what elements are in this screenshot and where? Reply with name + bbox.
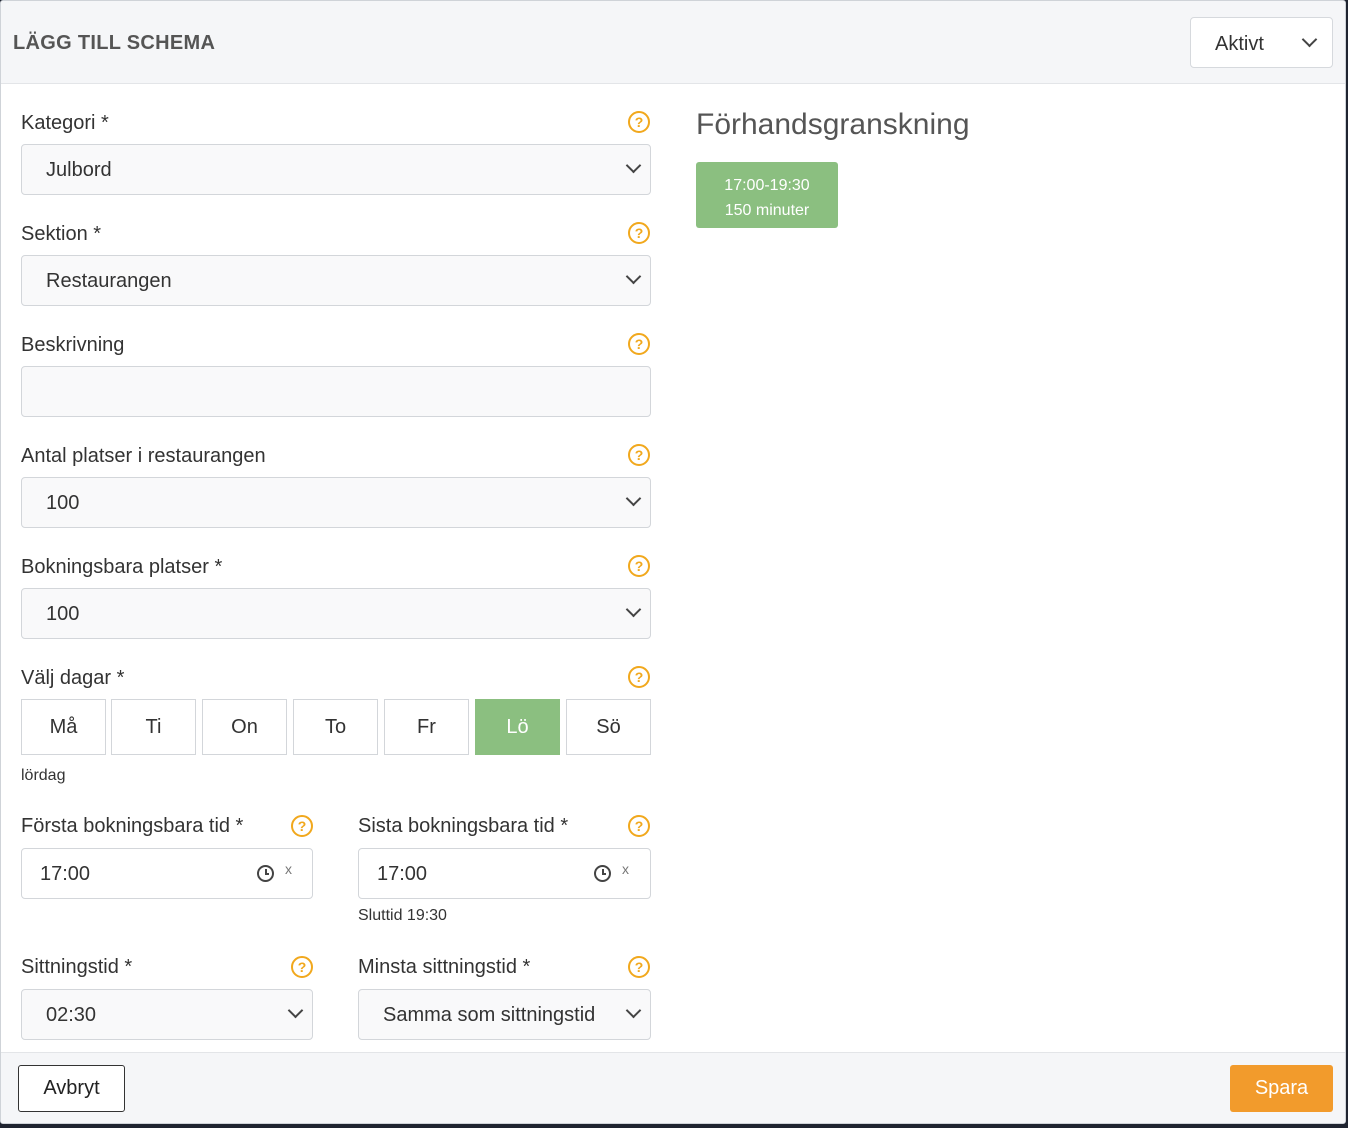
sista-tid-value: 17:00 [377,863,428,885]
kategori-select[interactable]: Julbord [21,144,651,195]
sektion-value: Restaurangen [46,270,172,292]
sektion-select[interactable]: Restaurangen [21,255,651,306]
chevron-down-icon [1301,31,1318,48]
chevron-down-icon [625,601,642,618]
clock-icon[interactable] [257,865,274,882]
clock-icon[interactable] [594,865,611,882]
help-icon[interactable]: ? [628,666,650,688]
minsta-sittningstid-value: Samma som sittningstid [383,1004,596,1026]
day-button-to[interactable]: To [293,699,378,755]
help-icon[interactable]: ? [628,333,650,355]
day-button-ma[interactable]: Må [21,699,106,755]
kategori-value: Julbord [46,159,112,181]
status-select[interactable]: Aktivt [1190,17,1333,68]
selected-days-text: lördag [21,767,66,784]
beskrivning-label: Beskrivning [21,334,125,356]
kategori-label: Kategori * [21,112,109,134]
help-icon[interactable]: ? [291,815,313,837]
beskrivning-input[interactable] [21,366,651,417]
bokningsbara-platser-value: 100 [46,603,80,625]
antal-platser-label: Antal platser i restaurangen [21,445,266,467]
chevron-down-icon [625,268,642,285]
bokningsbara-platser-label: Bokningsbara platser * [21,556,223,578]
day-button-lo[interactable]: Lö [475,699,560,755]
backdrop-edge [0,1124,1348,1128]
forsta-tid-label: Första bokningsbara tid * [21,815,244,837]
sista-tid-input[interactable]: 17:00 x [358,848,651,899]
chevron-down-icon [287,1002,304,1019]
help-icon[interactable]: ? [628,956,650,978]
clear-icon[interactable]: x [622,861,629,877]
valj-dagar-label: Välj dagar * [21,667,125,689]
day-button-so[interactable]: Sö [566,699,651,755]
help-icon[interactable]: ? [291,956,313,978]
sista-tid-label: Sista bokningsbara tid * [358,815,569,837]
help-icon[interactable]: ? [628,555,650,577]
status-select-value: Aktivt [1215,33,1264,55]
preview-title: Förhandsgranskning [696,108,970,141]
preview-slot: 17:00-19:30 150 minuter [696,162,838,228]
minsta-sittningstid-label: Minsta sittningstid * [358,956,531,978]
preview-slot-time: 17:00-19:30 [724,177,810,194]
sittningstid-value: 02:30 [46,1004,97,1026]
help-icon[interactable]: ? [628,815,650,837]
minsta-sittningstid-select[interactable]: Samma som sittningstid [358,989,651,1040]
modal-header: LÄGG TILL SCHEMA Aktivt [1,1,1345,84]
clear-icon[interactable]: x [285,861,292,877]
chevron-down-icon [625,1002,642,1019]
sektion-label: Sektion * [21,223,102,245]
antal-platser-select[interactable]: 100 [21,477,651,528]
antal-platser-value: 100 [46,492,80,514]
help-icon[interactable]: ? [628,111,650,133]
cancel-button[interactable]: Avbryt [18,1065,125,1112]
modal-title: LÄGG TILL SCHEMA [13,32,216,54]
preview-slot-duration: 150 minuter [724,202,810,219]
forsta-tid-input[interactable]: 17:00 x [21,848,313,899]
forsta-tid-value: 17:00 [40,863,91,885]
add-schedule-modal: LÄGG TILL SCHEMA Aktivt Kategori * ? Jul… [0,0,1346,1124]
day-button-fr[interactable]: Fr [384,699,469,755]
sluttid-hint: Sluttid 19:30 [358,907,447,924]
bokningsbara-platser-select[interactable]: 100 [21,588,651,639]
day-button-on[interactable]: On [202,699,287,755]
save-button[interactable]: Spara [1230,1065,1333,1112]
day-button-ti[interactable]: Ti [111,699,196,755]
modal-footer: Avbryt Spara [1,1052,1345,1123]
help-icon[interactable]: ? [628,444,650,466]
sittningstid-select[interactable]: 02:30 [21,989,313,1040]
chevron-down-icon [625,157,642,174]
chevron-down-icon [625,490,642,507]
help-icon[interactable]: ? [628,222,650,244]
sittningstid-label: Sittningstid * [21,956,133,978]
